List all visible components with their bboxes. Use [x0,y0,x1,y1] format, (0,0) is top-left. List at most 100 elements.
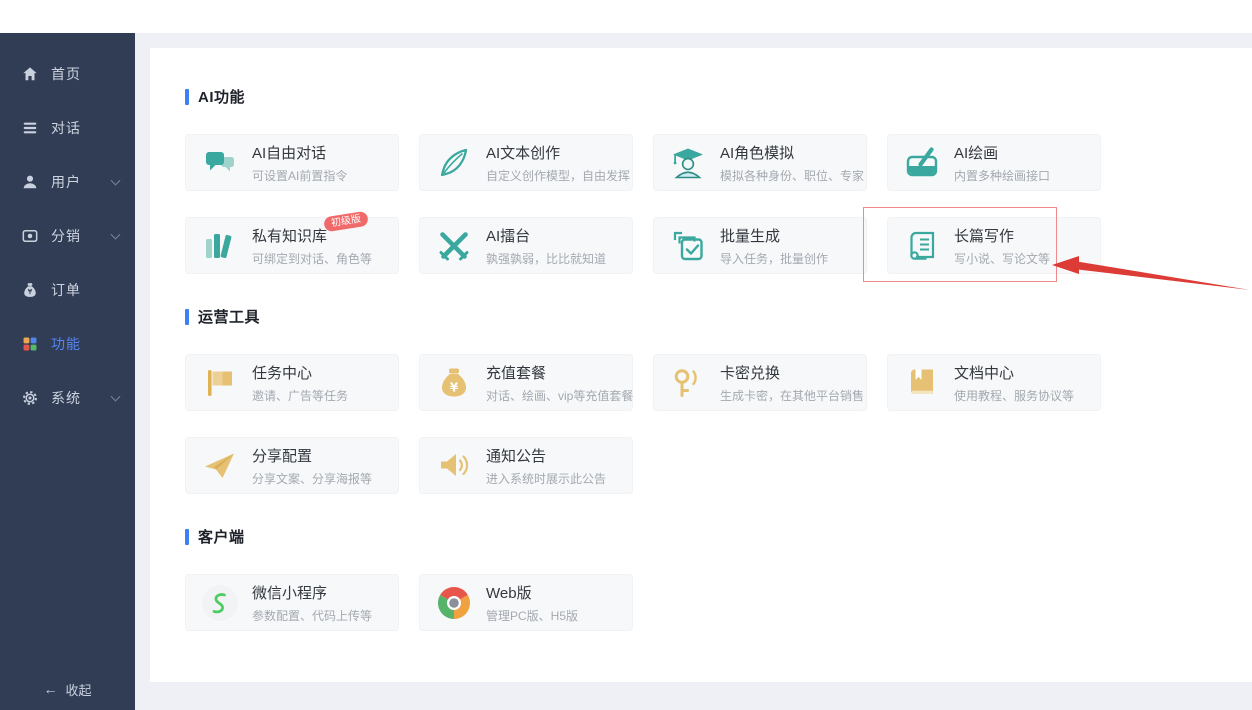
feature-card-AI自由对话[interactable]: AI自由对话可设置AI前置指令 [185,134,399,191]
sidebar-item-分销[interactable]: 分销 [0,209,135,263]
feature-card-AI绘画[interactable]: AI绘画内置多种绘画接口 [887,134,1101,191]
feature-card-AI文本创作[interactable]: AI文本创作 自定义创作模型，自由发挥 [419,134,633,191]
card-grid: 微信小程序 参数配置、代码上传等 Web版 管理PC版、H5版 [185,574,1217,631]
feature-card-AI擂台[interactable]: AI擂台 孰强孰弱，比比就知道 [419,217,633,274]
card-subtitle: 管理PC版、H5版 [486,608,579,623]
card-subtitle: 可绑定到对话、角色等 [252,251,373,266]
card-text: 微信小程序 参数配置、代码上传等 [252,582,372,624]
chrome-icon [434,583,474,623]
card-title: 微信小程序 [252,584,328,602]
card-text: 长篇写作 写小说、写论文等 [954,225,1050,267]
section-title-text: 运营工具 [198,309,261,326]
card-text: 通知公告进入系统时展示此公告 [486,445,606,487]
svg-text:¥: ¥ [450,380,459,394]
feature-card-任务中心[interactable]: 任务中心邀请、广告等任务 [185,354,399,411]
sidebar-item-label: 对话 [51,120,81,136]
paint-icon [902,143,942,183]
feature-card-Web版[interactable]: Web版 管理PC版、H5版 [419,574,633,631]
card-text: AI擂台 孰强孰弱，比比就知道 [486,225,606,267]
card-title: AI绘画 [954,144,999,162]
card-text: 批量生成 导入任务，批量创作 [720,225,828,267]
card-subtitle: 内置多种绘画接口 [954,168,1051,183]
home-icon [21,65,39,83]
feature-card-AI角色模拟[interactable]: AI角色模拟模拟各种身份、职位、专家 [653,134,867,191]
batch-icon [668,226,708,266]
moneybag-icon: ¥ [434,363,474,403]
sidebar-item-label: 分销 [51,228,81,244]
sidebar-item-系统[interactable]: 系统 [0,371,135,425]
wechat-mini-icon [200,583,240,623]
sidebar-item-订单[interactable]: 订单 [0,263,135,317]
card-subtitle: 可设置AI前置指令 [252,168,348,183]
feature-card-卡密兑换[interactable]: 卡密兑换 生成卡密，在其他平台销售 [653,354,867,411]
announce-icon [434,446,474,486]
section-title-bar [185,88,189,105]
card-title: AI自由对话 [252,144,327,162]
card-text: AI绘画内置多种绘画接口 [954,142,1050,184]
feature-card-微信小程序[interactable]: 微信小程序 参数配置、代码上传等 [185,574,399,631]
feature-card-长篇写作[interactable]: 长篇写作 写小说、写论文等 [887,217,1101,274]
long-writing-icon [902,226,942,266]
card-title: 卡密兑换 [720,364,781,382]
section-title: 客户端 [185,526,1217,547]
card-subtitle: 模拟各种身份、职位、专家 [720,168,865,183]
card-text: 分享配置 分享文案、分享海报等 [252,445,372,487]
card-subtitle: 邀请、广告等任务 [252,388,349,403]
books-icon [200,226,240,266]
card-text: AI文本创作 自定义创作模型，自由发挥 [486,142,630,184]
sidebar-item-功能[interactable]: 功能 [0,317,135,371]
card-title: 长篇写作 [954,227,1015,245]
feature-card-分享配置[interactable]: 分享配置 分享文案、分享海报等 [185,437,399,494]
chat-list-icon [21,119,39,137]
card-grid: 任务中心 邀请、广告等任务 ¥ 充值套餐 对话、绘画、vip等充值套餐 卡密兑换 生成卡密，… [185,354,1217,494]
feature-card-文档中心[interactable]: 文档中心 使用教程、服务协议等 [887,354,1101,411]
sidebar-collapse-button[interactable]: ← 收起 [0,672,135,706]
card-text: 文档中心 使用教程、服务协议等 [954,362,1074,404]
feature-card-充值套餐[interactable]: ¥ 充值套餐 对话、绘画、vip等充值套餐 [419,354,633,411]
share-plane-icon [200,446,240,486]
card-title: AI文本创作 [486,144,561,162]
order-icon [21,281,39,299]
card-title: AI擂台 [486,227,531,245]
feature-card-批量生成[interactable]: 批量生成 导入任务，批量创作 [653,217,867,274]
top-bar [0,0,1252,33]
card-text: 任务中心邀请、广告等任务 [252,362,348,404]
system-gear-icon [21,389,39,407]
card-text: AI自由对话可设置AI前置指令 [252,142,347,184]
doc-icon [902,363,942,403]
sidebar-item-label: 功能 [51,336,81,352]
card-text: Web版 管理PC版、H5版 [486,582,578,624]
collapse-arrow-icon: ← [43,681,58,697]
section-title: 运营工具 [185,306,1217,327]
card-title: 充值套餐 [486,364,547,382]
flag-icon [200,363,240,403]
feather-icon [434,143,474,183]
app-root: { "sidebar": { "items": [ { "label": "首页… [0,0,1252,710]
section-title-bar [185,528,189,545]
card-title: 通知公告 [486,447,547,465]
sidebar-item-用户[interactable]: 用户 [0,155,135,209]
section-title-text: AI功能 [198,89,246,106]
sidebar-item-对话[interactable]: 对话 [0,101,135,155]
card-title: AI角色模拟 [720,144,795,162]
sidebar-item-label: 订单 [51,282,81,298]
card-title: 任务中心 [252,364,313,382]
sidebar-item-label: 首页 [51,66,81,82]
card-text: 卡密兑换 生成卡密，在其他平台销售 [720,362,864,404]
section-title: AI功能 [185,86,1217,107]
feature-card-私有知识库[interactable]: 私有知识库 可绑定到对话、角色等 初级版 [185,210,399,274]
user-icon [21,173,39,191]
chat-bubbles-icon [200,143,240,183]
content-panel: AI功能 AI自由对话可设置AI前置指令 AI文本创作 自定义创作模型，自由发挥 AI角… [150,48,1252,682]
sidebar-item-首页[interactable]: 首页 [0,47,135,101]
chevron-down-icon [110,229,121,240]
feature-card-通知公告[interactable]: 通知公告进入系统时展示此公告 [419,437,633,494]
card-text: 私有知识库 可绑定到对话、角色等 初级版 [252,210,373,267]
sidebar-item-label: 系统 [51,390,81,406]
features-grid-icon [21,335,39,353]
card-subtitle: 进入系统时展示此公告 [486,471,607,486]
sidebar: 首页对话用户分销订单功能系统 ← 收起 [0,33,135,710]
card-subtitle: 导入任务，批量创作 [720,251,829,266]
card-grid: AI自由对话可设置AI前置指令 AI文本创作 自定义创作模型，自由发挥 AI角色模拟模… [185,134,1217,274]
section-title-bar [185,308,189,325]
